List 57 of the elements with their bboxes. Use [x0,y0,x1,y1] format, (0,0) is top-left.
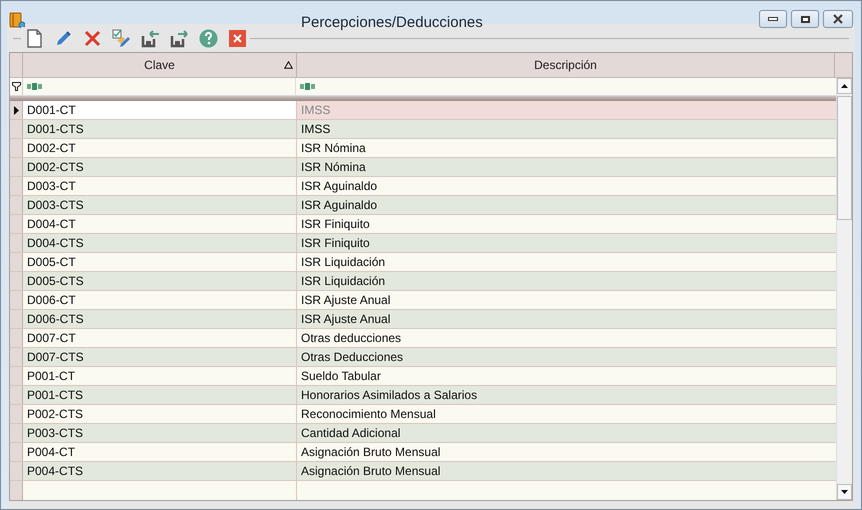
table-cell: D002-CT [23,139,297,157]
table-cell: D005-CT [23,253,297,271]
table-cell: ISR Liquidación [297,253,836,271]
table-cell: ISR Finiquito [297,215,836,233]
table-cell: P001-CT [23,367,297,385]
table-cell: D003-CT [23,177,297,195]
table-cell: ISR Finiquito [297,234,836,252]
table-cell: P004-CTS [23,462,297,480]
table-cell: ISR Aguinaldo [297,196,836,214]
table-cell: Asignación Bruto Mensual [297,443,836,461]
table-cell: P003-CTS [23,424,297,442]
column-header[interactable]: Clave [23,53,297,77]
close-button[interactable] [823,10,853,28]
close-icon [832,14,844,24]
table-cell: D007-CTS [23,348,297,366]
table-cell: P002-CTS [23,405,297,423]
window-title: Percepciones/Deducciones [301,13,483,33]
current-row-icon [14,106,18,114]
table-cell: Otras Deducciones [297,348,836,366]
table-cell: D007-CT [23,329,297,347]
table-cell: D001-CTS [23,120,297,138]
table-cell: IMSS [297,101,836,119]
text-filter-icon[interactable] [27,83,43,90]
table-cell: D002-CTS [23,158,297,176]
filter-icon[interactable] [12,82,20,91]
text-filter-icon[interactable] [300,83,316,90]
column-header[interactable]: Descripción [297,53,835,77]
table-cell: ISR Liquidación [297,272,836,290]
table-cell: ISR Ajuste Anual [297,310,836,328]
table-cell: D005-CTS [23,272,297,290]
table-cell: Reconocimiento Mensual [297,405,836,423]
table-cell: ISR Nómina [297,139,836,157]
table-cell: Sueldo Tabular [297,367,836,385]
scrollbar[interactable] [836,78,852,500]
table-cell: IMSS [297,120,836,138]
table-cell: D004-CT [23,215,297,233]
scroll-up-icon[interactable] [841,84,848,88]
check-edit-button[interactable] [110,27,132,49]
table-cell: ISR Ajuste Anual [297,291,836,309]
table-cell: D004-CTS [23,234,297,252]
table-cell: D006-CT [23,291,297,309]
table-cell: Honorarios Asimilados a Salarios [297,386,836,404]
table-cell: P001-CTS [23,386,297,404]
maximize-button[interactable] [791,10,819,28]
table-cell: Otras deducciones [297,329,836,347]
help-button[interactable] [197,27,219,49]
table-cell: D006-CTS [23,310,297,328]
table-cell: D003-CTS [23,196,297,214]
scroll-down-icon[interactable] [841,490,848,494]
row-header[interactable] [10,101,23,119]
close-button[interactable] [226,27,248,49]
table-cell: ISR Aguinaldo [297,177,836,195]
table-cell: Cantidad Adicional [297,424,836,442]
table-cell: Asignación Bruto Mensual [297,462,836,480]
table-cell: P004-CT [23,443,297,461]
minimize-button[interactable] [759,10,787,28]
table-cell: ISR Nómina [297,158,836,176]
